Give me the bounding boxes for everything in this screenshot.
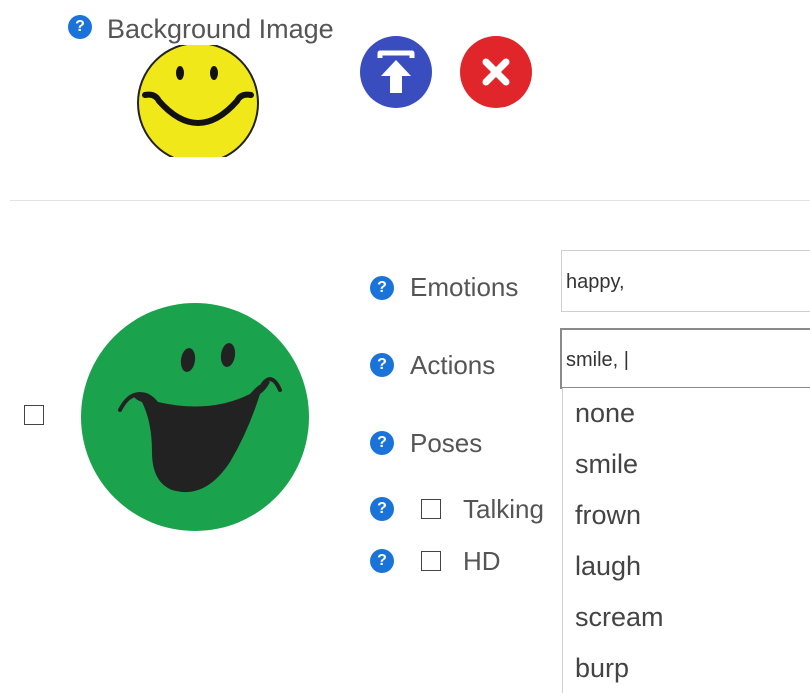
dropdown-option-laugh[interactable]: laugh — [563, 541, 810, 592]
section-divider — [10, 200, 810, 201]
talking-checkbox[interactable] — [421, 499, 441, 519]
dropdown-option-none[interactable]: none — [563, 388, 810, 439]
poses-label: Poses — [410, 428, 483, 458]
character-avatar[interactable] — [80, 302, 310, 532]
emotions-label: Emotions — [410, 272, 519, 302]
background-help-icon[interactable]: ? — [68, 15, 92, 39]
hd-help-icon[interactable]: ? — [370, 549, 394, 573]
actions-help-icon[interactable]: ? — [370, 353, 394, 377]
character-select-checkbox[interactable] — [24, 405, 44, 425]
remove-background-button[interactable] — [460, 36, 532, 108]
background-image-preview — [137, 45, 259, 157]
actions-input[interactable]: smile, | — [560, 328, 810, 389]
dropdown-option-burp[interactable]: burp — [563, 643, 810, 693]
talking-label: Talking — [463, 494, 544, 524]
dropdown-option-smile[interactable]: smile — [563, 439, 810, 490]
emotions-help-icon[interactable]: ? — [370, 276, 394, 300]
dropdown-option-scream[interactable]: scream — [563, 592, 810, 643]
hd-label: HD — [463, 546, 501, 576]
upload-button[interactable] — [360, 36, 432, 108]
upload-icon — [377, 50, 415, 93]
poses-help-icon[interactable]: ? — [370, 431, 394, 455]
dropdown-option-frown[interactable]: frown — [563, 490, 810, 541]
talking-help-icon[interactable]: ? — [370, 497, 394, 521]
hd-checkbox[interactable] — [421, 551, 441, 571]
close-icon — [482, 58, 510, 86]
emotions-input[interactable]: happy, — [561, 250, 810, 312]
actions-label: Actions — [410, 350, 496, 380]
actions-dropdown[interactable]: none smile frown laugh scream burp — [562, 388, 810, 693]
background-image-label: Background Image — [107, 14, 334, 44]
